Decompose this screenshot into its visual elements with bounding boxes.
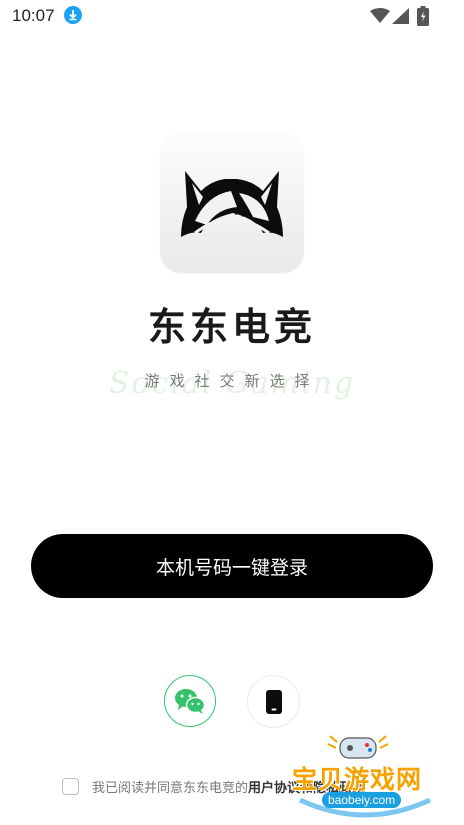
- slogan-text: 游戏社交新选择: [144, 372, 320, 390]
- wechat-login-button[interactable]: [164, 675, 216, 727]
- app-logo: [160, 132, 304, 273]
- site-watermark: 宝贝游戏网 baobeiy.com: [290, 730, 440, 820]
- fox-logo-icon: [181, 170, 283, 237]
- watermark-en: baobeiy.com: [322, 792, 402, 808]
- signal-icon: [392, 8, 409, 24]
- download-icon: [64, 6, 82, 24]
- one-click-login-button[interactable]: 本机号码一键登录: [31, 534, 433, 598]
- status-bar: 10:07: [0, 0, 464, 32]
- app-name: 东东电竞: [147, 305, 316, 349]
- wifi-icon: [370, 8, 390, 23]
- battery-icon: [417, 6, 429, 26]
- slogan: Social Gaming 游戏社交新选择: [0, 364, 464, 404]
- phone-icon: [265, 689, 282, 714]
- agreement-checkbox[interactable]: [62, 777, 79, 795]
- status-time: 10:07: [12, 6, 55, 25]
- watermark-cn: 宝贝游戏网: [292, 765, 423, 794]
- phone-login-button[interactable]: [247, 675, 300, 728]
- wechat-icon: [175, 689, 206, 714]
- agreement-text: 我已阅读并同意东东电竞的: [92, 780, 249, 796]
